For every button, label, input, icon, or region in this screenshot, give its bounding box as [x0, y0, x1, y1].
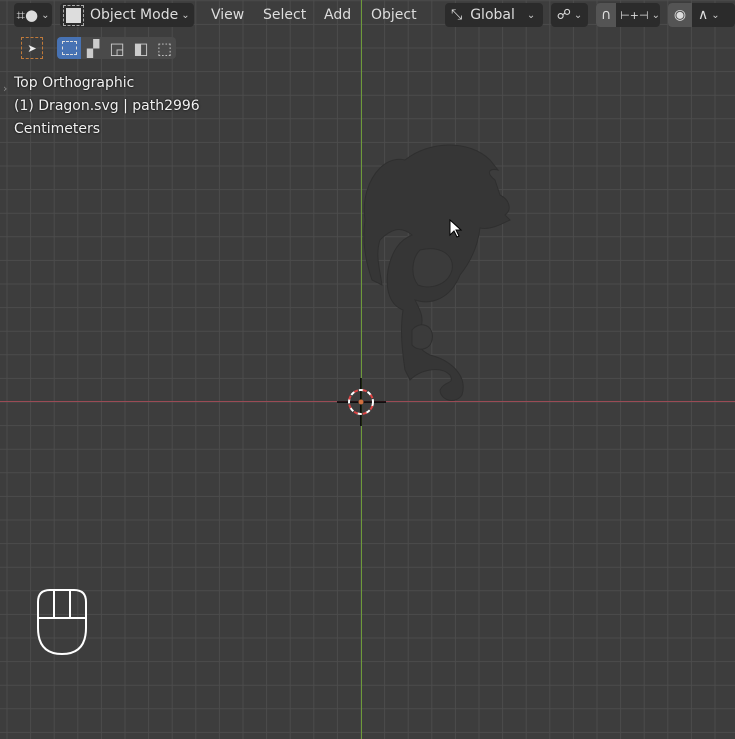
- mouse-hint-icon: [37, 589, 87, 656]
- mouse-pointer-icon: [449, 219, 463, 238]
- 3d-cursor-icon: [337, 378, 386, 426]
